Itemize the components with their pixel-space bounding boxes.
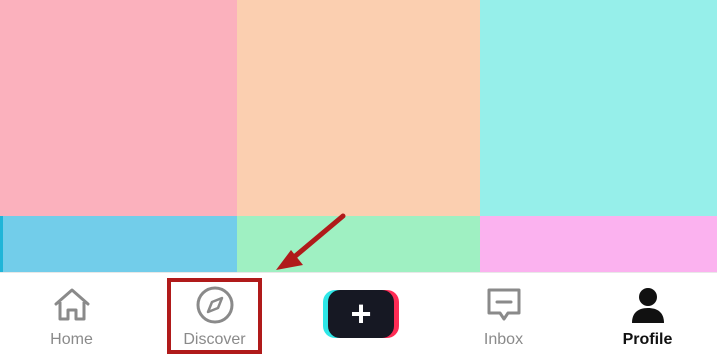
home-icon (54, 288, 89, 321)
tab-inbox[interactable]: Inbox (432, 273, 575, 358)
video-thumbnail[interactable] (237, 216, 480, 272)
discover-highlight-box (167, 278, 262, 354)
profile-icon (631, 288, 664, 323)
plus-icon: + (328, 290, 394, 338)
video-thumbnail[interactable] (0, 0, 237, 216)
video-thumbnail[interactable] (480, 216, 717, 272)
tab-profile-label: Profile (622, 331, 673, 348)
video-thumbnail[interactable] (0, 216, 237, 272)
tab-inbox-label: Inbox (483, 331, 524, 348)
tab-create[interactable]: + (287, 273, 430, 358)
inbox-icon (487, 288, 520, 321)
tab-home[interactable]: Home (0, 273, 143, 358)
bottom-tab-bar: Home Discover + Inbox Profile (0, 272, 717, 357)
video-grid (0, 0, 717, 272)
video-thumbnail[interactable] (237, 0, 480, 216)
tab-profile[interactable]: Profile (576, 273, 717, 358)
create-button[interactable]: + (323, 290, 399, 338)
video-thumbnail[interactable] (480, 0, 717, 216)
tab-home-label: Home (50, 331, 93, 348)
